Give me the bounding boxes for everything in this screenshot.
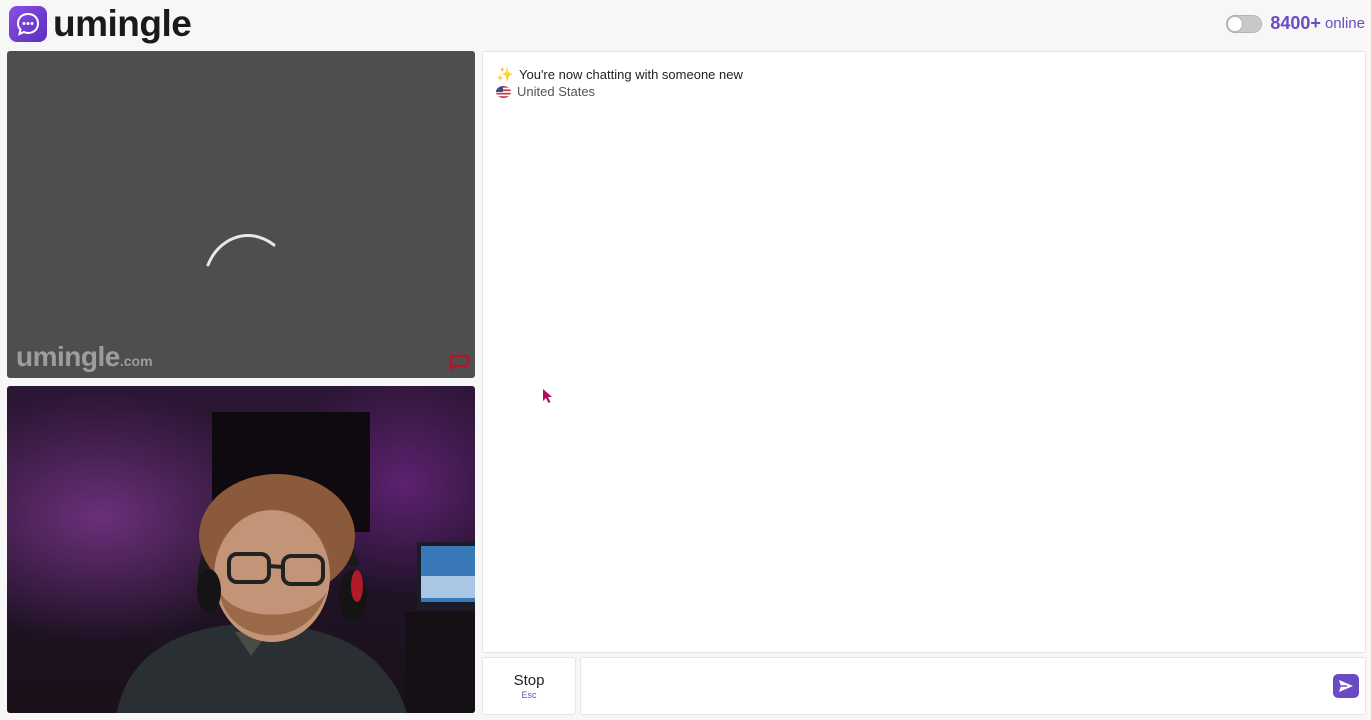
theme-toggle[interactable] — [1226, 14, 1263, 33]
watermark: umingle.com — [16, 341, 153, 373]
watermark-main: umingle — [16, 341, 120, 372]
send-icon — [1339, 680, 1353, 692]
remote-video: umingle.com — [7, 51, 475, 378]
report-flag-icon[interactable] — [448, 354, 470, 372]
local-video — [7, 386, 475, 713]
chat-panel: ✨ You're now chatting with someone new U… — [482, 51, 1366, 653]
message-input[interactable] — [591, 666, 1315, 706]
partner-country: United States — [517, 84, 596, 99]
toggle-knob — [1228, 16, 1243, 31]
us-flag-icon — [496, 85, 511, 98]
loading-spinner-icon — [206, 234, 276, 267]
chat-bubble-logo-icon — [9, 6, 47, 42]
system-message-text: You're now chatting with someone new — [519, 67, 743, 82]
system-message: ✨ You're now chatting with someone new — [496, 66, 743, 83]
sparkles-icon: ✨ — [496, 66, 514, 82]
partner-location: United States — [496, 84, 595, 99]
send-button[interactable] — [1333, 674, 1359, 698]
watermark-suffix: .com — [119, 353, 153, 369]
stop-label: Stop — [513, 671, 545, 689]
stop-button[interactable]: Stop Esc — [482, 657, 576, 715]
online-indicator: 8400+ online — [1226, 13, 1365, 34]
online-label: online — [1324, 15, 1365, 32]
message-composer — [580, 657, 1366, 715]
webcam-feed — [117, 412, 475, 713]
logo[interactable]: umingle — [9, 3, 192, 44]
stop-shortcut: Esc — [521, 689, 537, 700]
online-count: 8400+ — [1270, 13, 1321, 33]
logo-text: umingle — [53, 3, 192, 44]
mouse-cursor-icon — [543, 389, 552, 403]
app-root: umingle 8400+ online umingle.com ✨ You'r… — [0, 0, 1371, 720]
